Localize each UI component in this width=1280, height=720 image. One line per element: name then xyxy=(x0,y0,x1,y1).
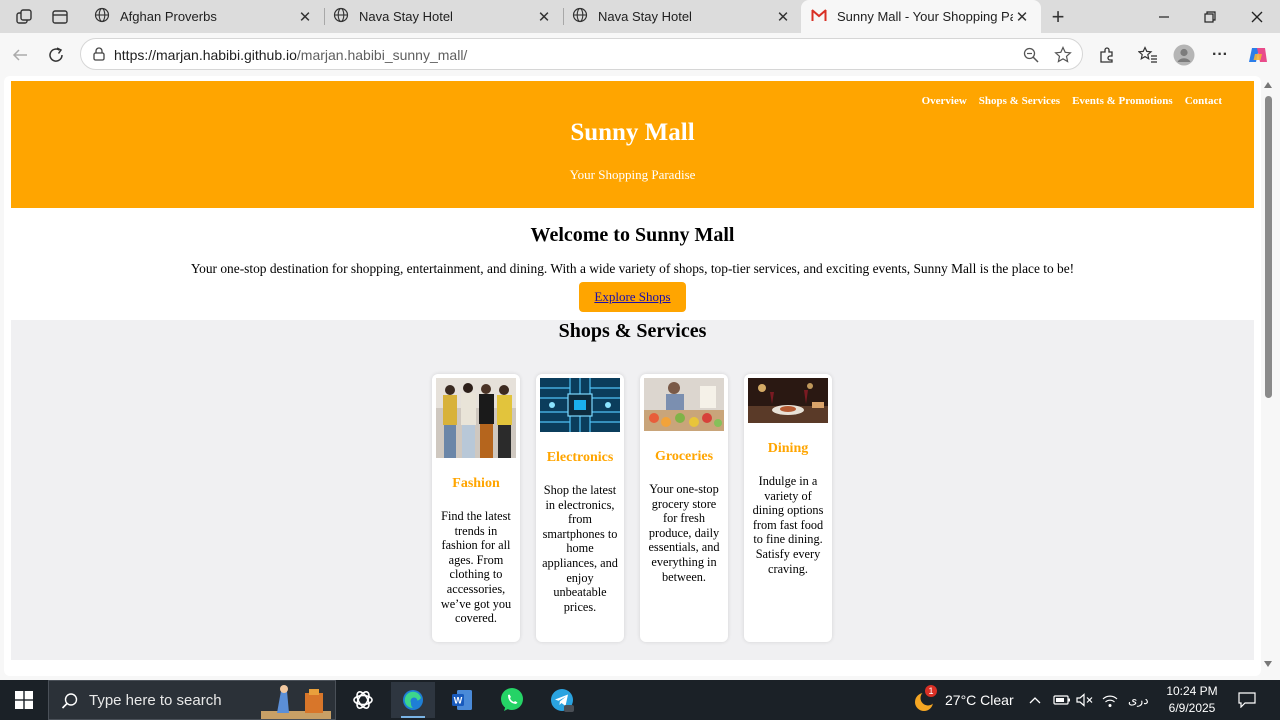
close-window-icon[interactable] xyxy=(1234,0,1280,33)
url-host: https://marjan.habibi.github.io xyxy=(114,47,297,63)
word-app-icon[interactable]: W xyxy=(440,682,484,718)
globe-icon xyxy=(333,7,349,26)
fashion-photo xyxy=(436,378,516,458)
favorite-star-icon[interactable] xyxy=(1053,45,1073,65)
active-app-indicator xyxy=(401,716,425,718)
profile-avatar-icon[interactable] xyxy=(1172,43,1196,67)
weather-badge: 1 xyxy=(925,685,937,697)
clock-time: 10:24 PM xyxy=(1166,684,1218,698)
card-title: Dining xyxy=(767,441,809,456)
tab-title: Nava Stay Hotel xyxy=(359,9,453,24)
tab-title: Nava Stay Hotel xyxy=(598,9,692,24)
tab-actions-icon[interactable] xyxy=(47,4,73,30)
tab-strip: Afghan Proverbs ✕ Nava Stay Hotel ✕ Nava… xyxy=(0,0,1280,33)
system-clock[interactable]: 10:24 PM 6/9/2025 xyxy=(1160,683,1224,717)
nav-link-overview[interactable]: Overview xyxy=(922,95,967,107)
svg-text:W: W xyxy=(454,696,463,706)
site-title: Sunny Mall xyxy=(570,119,695,146)
globe-icon xyxy=(572,7,588,26)
browser-viewport: Overview Shops & Services Events & Promo… xyxy=(0,76,1280,680)
gmail-icon xyxy=(811,8,827,25)
scroll-up-arrow[interactable] xyxy=(1264,82,1272,88)
search-icon xyxy=(61,692,79,715)
extensions-icon[interactable] xyxy=(1095,43,1119,67)
chatgpt-app-icon[interactable] xyxy=(341,682,385,718)
tab-nava-stay-hotel-2[interactable]: Nava Stay Hotel ✕ xyxy=(562,0,802,33)
nav-link-contact[interactable]: Contact xyxy=(1185,95,1222,107)
service-card-fashion: Fashion Find the latest trends in fashio… xyxy=(432,374,520,642)
battery-icon[interactable] xyxy=(1053,680,1071,720)
scroll-down-arrow[interactable] xyxy=(1264,661,1272,667)
card-description: Your one-stop grocery store for fresh pr… xyxy=(648,482,720,584)
wifi-icon[interactable] xyxy=(1101,680,1119,720)
weather-widget[interactable]: 1 27°C Clear xyxy=(912,680,1014,720)
search-placeholder: Type here to search xyxy=(89,692,222,709)
web-page: Overview Shops & Services Events & Promo… xyxy=(4,76,1261,676)
section-heading: Shops & Services xyxy=(558,320,707,342)
tab-nava-stay-hotel[interactable]: Nava Stay Hotel ✕ xyxy=(323,0,563,33)
explore-shops-link[interactable]: Explore Shops xyxy=(594,289,670,305)
favorites-icon[interactable] xyxy=(1136,43,1160,67)
weather-moon-icon: 1 xyxy=(912,685,938,713)
site-info-icon[interactable] xyxy=(91,46,107,62)
site-header: Overview Shops & Services Events & Promo… xyxy=(11,81,1254,208)
close-tab-icon[interactable]: ✕ xyxy=(1013,8,1031,26)
close-tab-icon[interactable]: ✕ xyxy=(296,8,314,26)
back-icon[interactable] xyxy=(6,41,34,69)
electronics-photo xyxy=(540,378,620,432)
close-tab-icon[interactable]: ✕ xyxy=(535,8,553,26)
copilot-icon[interactable] xyxy=(1246,43,1270,67)
taskbar-search-box[interactable]: Type here to search xyxy=(48,680,336,720)
service-card-dining: Dining Indulge in a variety of dining op… xyxy=(744,374,832,642)
scrollbar-thumb[interactable] xyxy=(1265,96,1272,398)
globe-icon xyxy=(94,7,110,26)
tab-sunny-mall[interactable]: Sunny Mall - Your Shopping Parad ✕ xyxy=(801,0,1041,33)
telegram-app-icon[interactable] xyxy=(540,682,584,718)
windows-start-icon[interactable] xyxy=(0,680,48,720)
nav-link-shops-services[interactable]: Shops & Services xyxy=(979,95,1060,107)
show-hidden-icons-chevron-icon[interactable] xyxy=(1029,680,1041,720)
volume-muted-icon[interactable] xyxy=(1076,680,1094,720)
browser-toolbar: https://marjan.habibi.github.io/marjan.h… xyxy=(0,33,1280,76)
new-tab-icon[interactable]: + xyxy=(1045,4,1071,30)
url-path: /marjan.habibi_sunny_mall/ xyxy=(296,47,468,63)
card-title: Fashion xyxy=(452,476,500,491)
address-bar[interactable]: https://marjan.habibi.github.io/marjan.h… xyxy=(80,38,1083,70)
zoom-icon[interactable] xyxy=(1021,45,1041,65)
shops-services-section: Shops & Services Fashion Find the latest… xyxy=(11,320,1254,660)
card-description: Shop the latest in electronics, from sma… xyxy=(542,483,618,614)
clock-date: 6/9/2025 xyxy=(1168,701,1216,715)
site-nav: Overview Shops & Services Events & Promo… xyxy=(922,95,1222,107)
edge-app-icon[interactable] xyxy=(391,682,435,718)
refresh-icon[interactable] xyxy=(42,41,70,69)
card-description: Indulge in a variety of dining options f… xyxy=(752,474,824,576)
search-highlight-illustration xyxy=(261,685,331,719)
card-title: Electronics xyxy=(546,450,614,465)
card-title: Groceries xyxy=(654,449,714,464)
card-description: Find the latest trends in fashion for al… xyxy=(440,509,512,626)
service-card-groceries: Groceries Your one-stop grocery store fo… xyxy=(640,374,728,642)
site-tagline: Your Shopping Paradise xyxy=(569,167,696,182)
workspaces-icon[interactable] xyxy=(11,4,37,30)
tab-title: Afghan Proverbs xyxy=(120,9,217,24)
weather-text: 27°C Clear xyxy=(945,692,1014,708)
input-language-indicator[interactable]: دری xyxy=(1128,680,1149,720)
welcome-text: Your one-stop destination for shopping, … xyxy=(190,261,1075,276)
groceries-photo xyxy=(644,378,724,431)
minimize-icon[interactable] xyxy=(1141,0,1187,33)
close-tab-icon[interactable]: ✕ xyxy=(774,8,792,26)
notifications-icon[interactable] xyxy=(1238,680,1256,720)
windows-taskbar: Type here to search W 1 27°C Clear دری 1… xyxy=(0,680,1280,720)
restore-icon[interactable] xyxy=(1187,0,1233,33)
more-options-icon[interactable]: ··· xyxy=(1208,43,1232,67)
dining-photo xyxy=(748,378,828,423)
url-text: https://marjan.habibi.github.io/marjan.h… xyxy=(114,47,467,63)
tab-afghan-proverbs[interactable]: Afghan Proverbs ✕ xyxy=(84,0,324,33)
tab-title: Sunny Mall - Your Shopping Parad xyxy=(837,9,1013,24)
service-card-electronics: Electronics Shop the latest in electroni… xyxy=(536,374,624,642)
whatsapp-app-icon[interactable] xyxy=(490,682,534,718)
explore-shops-button[interactable]: Explore Shops xyxy=(579,282,686,312)
welcome-heading: Welcome to Sunny Mall xyxy=(530,224,735,246)
nav-link-events-promotions[interactable]: Events & Promotions xyxy=(1072,95,1173,107)
